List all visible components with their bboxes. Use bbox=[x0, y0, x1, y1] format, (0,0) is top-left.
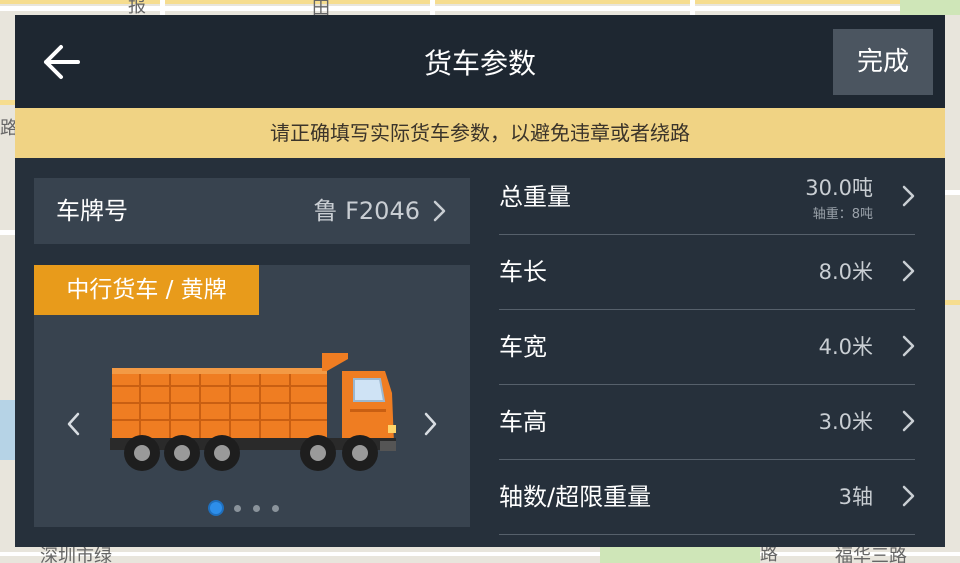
map-road bbox=[945, 190, 960, 195]
param-row[interactable]: 轴数/超限重量 3轴 bbox=[499, 460, 915, 535]
page-title: 货车参数 bbox=[423, 47, 536, 80]
done-button[interactable]: 完成 bbox=[833, 29, 933, 95]
param-value: 30.0吨 bbox=[805, 176, 873, 200]
map-road bbox=[0, 100, 15, 105]
params-list: 总重量 30.0吨轴重：8吨车长 8.0米车宽 4.0米车高 3.0米轴数/超限重量 3轴 bbox=[499, 160, 915, 535]
chevron-right-icon bbox=[433, 200, 446, 222]
param-row[interactable]: 车宽 4.0米 bbox=[499, 310, 915, 385]
truck-type-card: 中行货车 / 黄牌 bbox=[34, 265, 470, 527]
chevron-right-icon bbox=[424, 412, 437, 436]
param-label: 总重量 bbox=[499, 183, 571, 211]
chevron-right-icon bbox=[902, 410, 915, 432]
map-road bbox=[0, 552, 960, 556]
chevron-right-icon bbox=[902, 260, 915, 282]
param-value: 3.0米 bbox=[818, 410, 873, 434]
map-park bbox=[600, 547, 760, 563]
truck-params-panel: 货车参数 完成 请正确填写实际货车参数，以避免违章或者绕路 车牌号 鲁 F204… bbox=[15, 15, 945, 547]
param-value: 8.0米 bbox=[818, 260, 873, 284]
map-road bbox=[945, 300, 960, 305]
param-label: 车宽 bbox=[499, 333, 547, 361]
param-label: 车长 bbox=[499, 258, 547, 286]
carousel-next-button[interactable] bbox=[418, 409, 442, 439]
carousel-dot[interactable] bbox=[272, 504, 279, 512]
param-sub-value: 轴重：8吨 bbox=[812, 207, 873, 222]
map-water bbox=[0, 400, 15, 460]
carousel-prev-button[interactable] bbox=[62, 409, 86, 439]
map-road bbox=[690, 0, 695, 15]
param-label: 轴数/超限重量 bbox=[499, 483, 652, 511]
chevron-right-icon bbox=[902, 335, 915, 357]
param-value: 4.0米 bbox=[818, 335, 873, 359]
truck-icon bbox=[110, 353, 396, 471]
plate-label: 车牌号 bbox=[56, 197, 128, 225]
map-road bbox=[0, 230, 15, 235]
param-row[interactable]: 总重量 30.0吨轴重：8吨 bbox=[499, 160, 915, 235]
notice-banner: 请正确填写实际货车参数，以避免违章或者绕路 bbox=[15, 108, 945, 158]
param-row[interactable]: 车长 8.0米 bbox=[499, 235, 915, 310]
plate-number-row[interactable]: 车牌号 鲁 F2046 bbox=[34, 178, 470, 244]
truck-type-badge: 中行货车 / 黄牌 bbox=[34, 265, 259, 315]
map-road bbox=[430, 0, 435, 15]
param-label: 车高 bbox=[499, 408, 547, 436]
param-row[interactable]: 车高 3.0米 bbox=[499, 385, 915, 460]
chevron-right-icon bbox=[902, 185, 915, 207]
carousel-dot[interactable] bbox=[253, 504, 260, 512]
map-park bbox=[900, 0, 960, 15]
carousel-dot[interactable] bbox=[234, 504, 241, 512]
chevron-right-icon bbox=[902, 485, 915, 507]
carousel-indicator bbox=[210, 501, 279, 515]
plate-value: 鲁 F2046 bbox=[313, 197, 420, 225]
carousel-dot[interactable] bbox=[210, 502, 222, 514]
param-value: 3轴 bbox=[838, 485, 873, 509]
header-bar: 货车参数 完成 bbox=[15, 15, 945, 108]
chevron-left-icon bbox=[67, 412, 80, 436]
map-road bbox=[160, 0, 165, 15]
